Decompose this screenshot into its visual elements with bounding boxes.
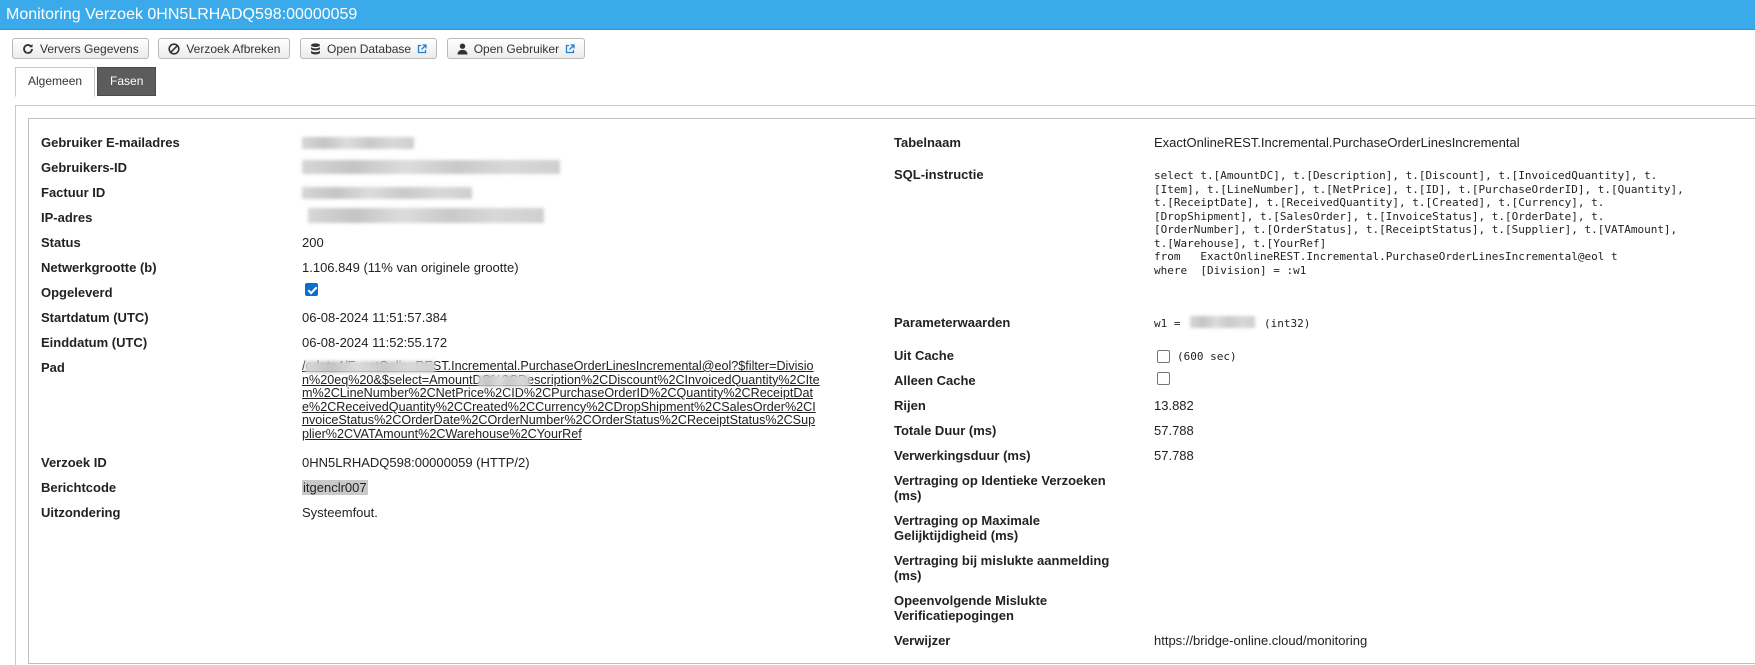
parameters-label: Parameterwaarden [894, 315, 1011, 330]
delay-identical-label: Vertraging op Identieke Verzoeken (ms) [894, 473, 1106, 503]
sql-line: [DropShipment], t.[SalesOrder], t.[Invoi… [1154, 209, 1605, 223]
only-cache-checkbox[interactable] [1157, 372, 1170, 385]
invoice-id-label: Factuur ID [41, 185, 106, 200]
delay-failed-label-line1: Vertraging bij mislukte aanmelding [894, 553, 1110, 568]
from-cache-checkbox[interactable] [1157, 350, 1170, 363]
ban-icon [168, 42, 180, 55]
sql-statement: select t.[AmountDC], t.[Description], t.… [1154, 169, 1684, 277]
email-label: Gebruiker E-mailadres [41, 135, 180, 150]
tab-fasen[interactable]: Fasen [97, 67, 157, 96]
path-label: Pad [41, 360, 65, 375]
open-user-button[interactable]: Open Gebruiker [446, 38, 586, 59]
external-link-icon [417, 43, 427, 53]
refresh-icon [23, 43, 33, 54]
request-id-value: 0HN5LRHADQ598:00000059 (HTTP/2) [302, 455, 530, 470]
message-code-highlight: itgenclr007 [302, 480, 368, 495]
path-redacted-division [478, 375, 530, 387]
start-date-label: Startdatum (UTC) [41, 310, 149, 325]
sql-line: from ExactOnlineREST.Incremental.Purchas… [1154, 250, 1618, 263]
sql-line: [Item], t.[LineNumber], t.[NetPrice], t.… [1154, 182, 1684, 196]
message-code-value: itgenclr007 [302, 480, 368, 495]
abort-request-button[interactable]: Verzoek Afbreken [158, 38, 291, 59]
delay-identical-label-line1: Vertraging op Identieke Verzoeken [894, 473, 1106, 488]
parameters-value-redacted [1190, 316, 1255, 328]
toolbar: Ververs Gegevens Verzoek Afbreken Open D… [0, 30, 1755, 64]
start-date-value: 06-08-2024 11:51:57.384 [302, 310, 448, 325]
only-cache-label: Alleen Cache [894, 373, 976, 388]
table-name-value: ExactOnlineREST.Incremental.PurchaseOrde… [1154, 135, 1520, 150]
parameters-type: (int32) [1264, 317, 1311, 330]
rows-value: 13.882 [1154, 398, 1194, 413]
open-database-button-label: Open Database [327, 41, 412, 56]
refresh-button-label: Ververs Gegevens [40, 41, 139, 56]
user-id-label: Gebruikers-ID [41, 160, 127, 175]
sql-label: SQL-instructie [894, 167, 984, 182]
window-title: Monitoring Verzoek 0HN5LRHADQ598:0000005… [0, 0, 1755, 30]
delay-max-concurrency-label: Vertraging op Maximale Gelijktijdigheid (… [894, 513, 1040, 543]
rows-label: Rijen [894, 398, 926, 413]
referrer-label: Verwijzer [894, 633, 951, 648]
external-link-icon [565, 43, 575, 53]
parameters-prefix: w1 = [1154, 317, 1181, 330]
sql-line: [OrderNumber], t.[OrderStatus], t.[Recei… [1154, 223, 1678, 236]
abort-request-button-label: Verzoek Afbreken [186, 41, 281, 56]
email-value-redacted [302, 137, 414, 149]
total-duration-label: Totale Duur (ms) [894, 423, 997, 438]
from-cache-label: Uit Cache [894, 348, 954, 363]
network-size-label: Netwerkgrootte (b) [41, 260, 157, 275]
from-cache-note: (600 sec) [1177, 350, 1237, 363]
sql-line: t.[ReceiptDate], t.[ReceivedQuantity], t… [1154, 196, 1605, 209]
referrer-value: https://bridge-online.cloud/monitoring [1154, 633, 1368, 648]
total-duration-value: 57.788 [1154, 423, 1194, 438]
refresh-button[interactable]: Ververs Gegevens [12, 38, 149, 59]
path-redacted-host [305, 361, 435, 373]
status-label: Status [41, 235, 81, 250]
sql-line: where [Division] = :w1 [1154, 263, 1307, 277]
database-icon [311, 42, 321, 54]
delivered-checkbox[interactable] [305, 283, 318, 296]
network-size-value: 1.106.849 (11% van originele grootte) [302, 260, 519, 275]
status-value: 200 [302, 235, 324, 250]
delay-failed-login-label: Vertraging bij mislukte aanmelding (ms) [894, 553, 1109, 583]
consecutive-failed-label: Opeenvolgende Mislukte Verificatiepoginge… [894, 593, 1047, 623]
end-date-value: 06-08-2024 11:52:55.172 [302, 335, 448, 350]
processing-duration-value: 57.788 [1154, 448, 1194, 463]
delay-max-label-line1: Vertraging op Maximale [894, 513, 1040, 528]
request-id-label: Verzoek ID [41, 455, 107, 470]
message-code-label: Berichtcode [41, 480, 117, 495]
end-date-label: Einddatum (UTC) [41, 335, 148, 350]
delay-failed-label-line2: (ms) [894, 568, 922, 583]
tab-bar: Algemeen Fasen [0, 64, 1755, 97]
consecutive-label-line2: Verificatiepogingen [894, 608, 1014, 623]
delay-identical-label-line2: (ms) [894, 488, 922, 503]
user-id-value-redacted [302, 160, 560, 174]
open-database-button[interactable]: Open Database [300, 38, 438, 59]
ip-address-value-redacted [308, 208, 544, 223]
table-name-label: Tabelnaam [894, 135, 961, 150]
ip-address-label: IP-adres [41, 210, 93, 225]
processing-duration-label: Verwerkingsduur (ms) [894, 448, 1031, 463]
consecutive-label-line1: Opeenvolgende Mislukte [894, 593, 1048, 608]
open-user-button-label: Open Gebruiker [473, 41, 560, 56]
exception-label: Uitzondering [41, 505, 121, 520]
invoice-id-value-redacted [302, 187, 472, 199]
exception-value: Systeemfout. [302, 505, 378, 520]
user-icon [457, 43, 468, 54]
sql-line: t.[Warehouse], t.[YourRef] [1154, 236, 1327, 250]
sql-line: select t.[AmountDC], t.[Description], t.… [1154, 169, 1658, 182]
delay-max-label-line2: Gelijktijdigheid (ms) [894, 528, 1019, 543]
delivered-label: Opgeleverd [41, 285, 113, 300]
tab-algemeen[interactable]: Algemeen [15, 67, 96, 97]
